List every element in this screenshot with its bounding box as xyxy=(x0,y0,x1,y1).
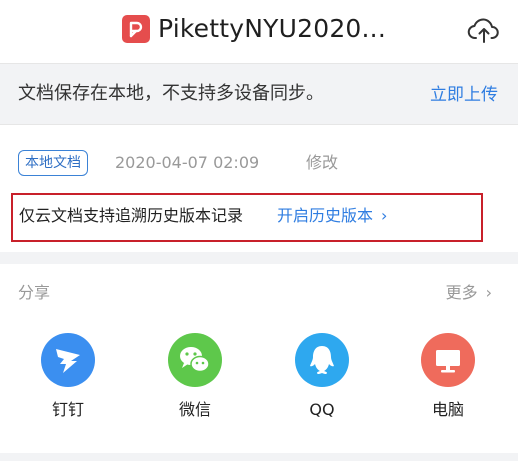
document-meta-row: 本地文档 2020-04-07 02:09 修改 xyxy=(0,148,518,178)
section-divider xyxy=(0,252,518,264)
chevron-right-icon: › xyxy=(485,283,492,302)
more-share-button[interactable]: 更多 › xyxy=(446,282,492,304)
pdf-file-icon xyxy=(122,15,150,43)
share-qq[interactable]: QQ xyxy=(282,333,362,423)
edit-link[interactable]: 修改 xyxy=(306,151,338,175)
banner-message: 文档保存在本地，不支持多设备同步。 xyxy=(18,83,324,104)
chevron-right-icon: › xyxy=(381,206,388,225)
qq-icon xyxy=(295,333,349,387)
dingtalk-icon xyxy=(41,333,95,387)
share-section-label: 分享 xyxy=(18,283,51,302)
share-wechat-label: 微信 xyxy=(178,400,211,419)
cloud-upload-icon[interactable] xyxy=(467,14,501,46)
share-computer-label: 电脑 xyxy=(431,400,464,419)
bottom-divider xyxy=(0,453,518,461)
history-notice-text: 仅云文档支持追溯历史版本记录 xyxy=(19,206,244,225)
modified-date: 2020-04-07 02:09 xyxy=(115,153,260,172)
header-bar: PikettyNYU2020... xyxy=(0,0,518,62)
document-title: PikettyNYU2020... xyxy=(158,14,386,43)
share-dingtalk[interactable]: 钉钉 xyxy=(28,333,108,423)
share-computer[interactable]: 电脑 xyxy=(408,333,488,423)
local-document-badge: 本地文档 xyxy=(18,150,88,176)
more-label: 更多 xyxy=(445,283,478,302)
computer-icon xyxy=(421,333,475,387)
enable-history-link[interactable]: 开启历史版本 › xyxy=(277,205,387,227)
share-qq-label: QQ xyxy=(309,400,335,419)
enable-history-label: 开启历史版本 xyxy=(277,206,374,225)
share-wechat[interactable]: 微信 xyxy=(155,333,235,423)
share-dingtalk-label: 钉钉 xyxy=(51,400,84,419)
local-storage-banner: 文档保存在本地，不支持多设备同步。 立即上传 xyxy=(0,63,518,125)
history-version-notice: 仅云文档支持追溯历史版本记录 开启历史版本 › xyxy=(11,193,483,242)
upload-now-link[interactable]: 立即上传 xyxy=(430,83,498,107)
wechat-icon xyxy=(168,333,222,387)
